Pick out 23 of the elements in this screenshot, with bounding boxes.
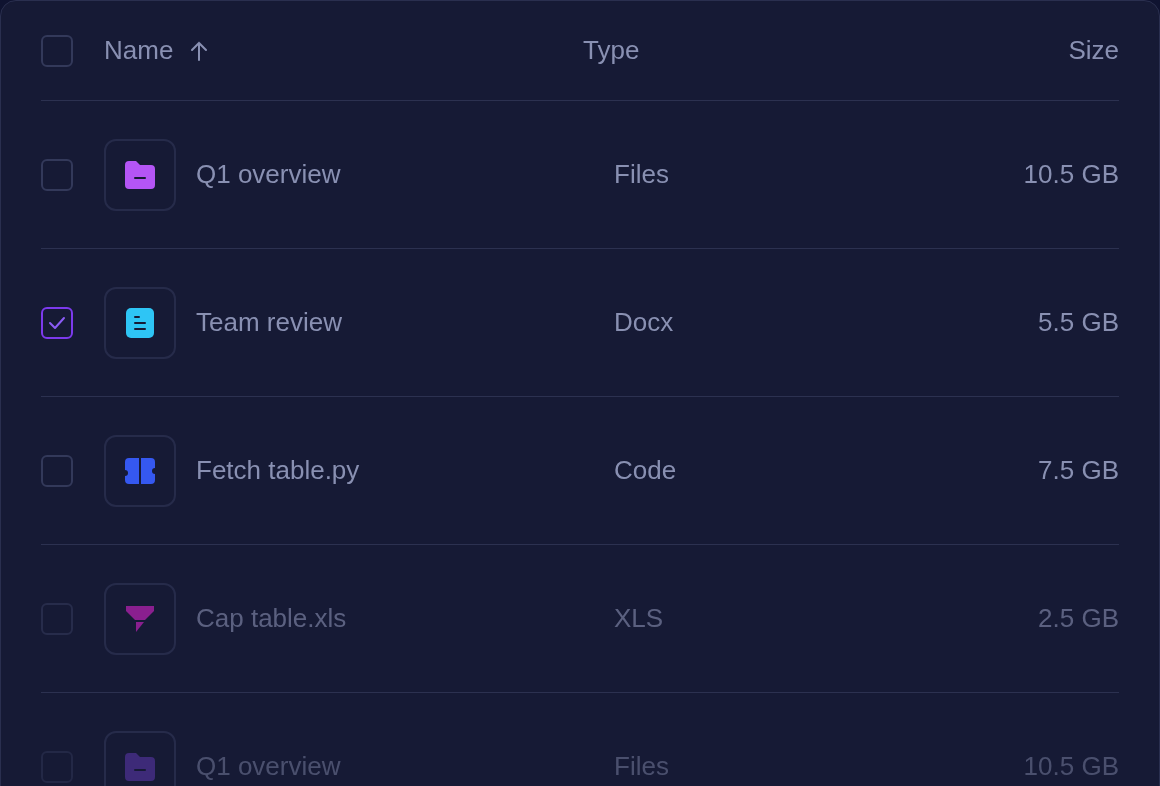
checkbox[interactable]: [41, 454, 73, 487]
file-type: Files: [614, 750, 669, 783]
file-type: Docx: [614, 306, 674, 339]
column-header[interactable]: Name: [104, 31, 174, 70]
file-size: 7.5 GB: [1038, 454, 1119, 487]
file-size: 10.5 GB: [1023, 750, 1119, 783]
file-size: 5.5 GB: [1038, 306, 1119, 339]
column-header[interactable]: Size: [1068, 31, 1119, 70]
column-header[interactable]: Type: [583, 31, 640, 70]
checkbox[interactable]: [41, 158, 73, 191]
file-name: Fetch table.py: [196, 454, 361, 487]
file-name: Cap table.xls: [196, 602, 348, 635]
file-name: Q1 overview: [196, 750, 342, 783]
file-type: Code: [614, 454, 677, 487]
check-icon: [48, 315, 66, 330]
checkbox[interactable]: [41, 34, 73, 67]
file-name: Team review: [196, 306, 343, 339]
file-size: 10.5 GB: [1023, 158, 1119, 191]
checkbox[interactable]: [41, 306, 73, 339]
file-type: XLS: [614, 602, 664, 635]
file-type: Files: [614, 158, 669, 191]
file-name: Q1 overview: [196, 158, 342, 191]
file-size: 2.5 GB: [1038, 602, 1119, 635]
